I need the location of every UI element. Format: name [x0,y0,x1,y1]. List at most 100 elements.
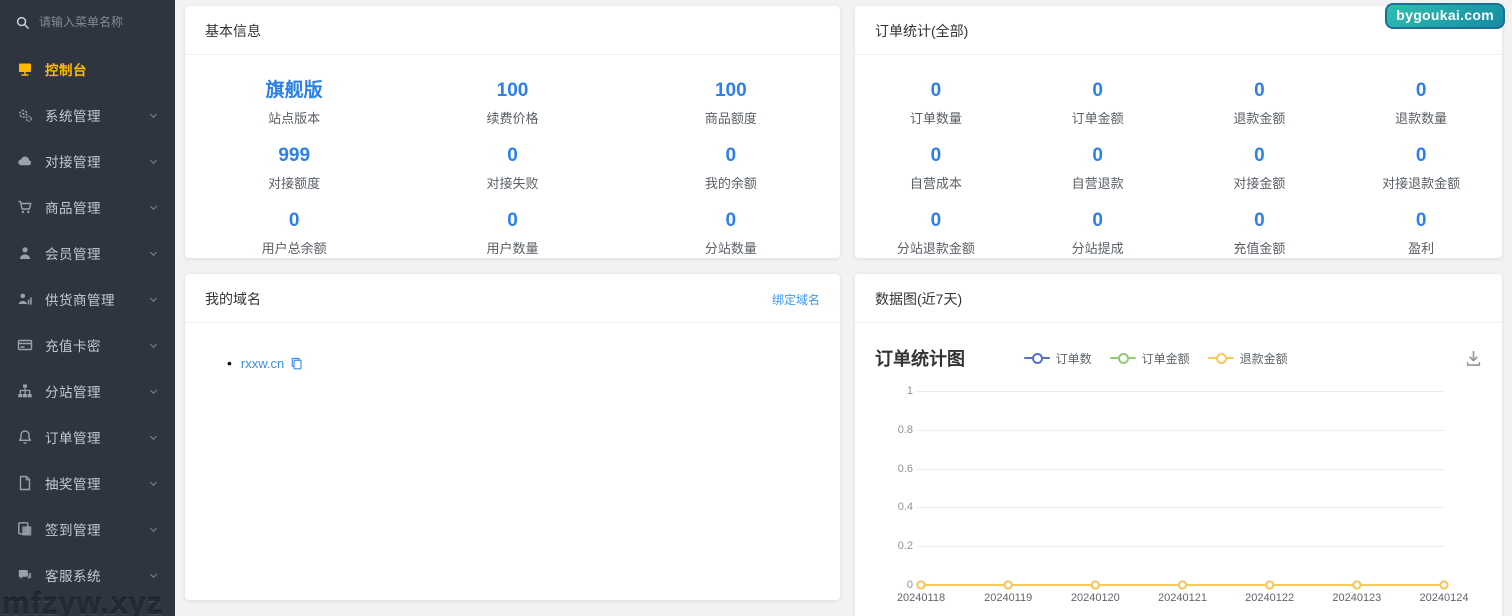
stat-value: 0 [1092,145,1103,166]
chart-legend: 订单数 订单金额 退款金额 [1023,350,1288,367]
stat-cell: 0 订单数量 [855,71,1017,136]
order-stats-grid: 0 订单数量 0 订单金额 0 退款金额 0 退款数量 0 自营成本 0 自营退款 0 对接金… [855,55,1502,266]
sidebar-item-console[interactable]: 控制台 [0,46,175,92]
download-icon[interactable] [1465,350,1482,367]
stat-value: 0 [930,145,942,166]
card-title: 订单统计(全部) [875,23,969,39]
stat-label: 自营退款 [1071,176,1124,191]
sitemap-icon [17,383,33,399]
order-stats-card: 订单统计(全部) 0 订单数量 0 订单金额 0 退款金额 0 退款数量 0 自营成本 0… [855,6,1502,258]
sidebar-item-orders[interactable]: 订单管理 [0,414,175,460]
supplier-icon [17,291,33,307]
sidebar-item-suppliers[interactable]: 供货商管理 [0,276,175,322]
card-header: 数据图(近7天) [855,274,1502,323]
chevron-down-icon [148,156,159,167]
stat-value: 0 [1254,210,1265,231]
domain-link[interactable]: rxxw.cn [241,356,284,371]
copy-pages-icon [17,521,33,537]
stat-value: 旗舰版 [265,80,323,101]
legend-item-refund-amount[interactable]: 退款金额 [1207,350,1288,367]
chevron-down-icon [148,432,159,443]
menu-search[interactable] [0,0,175,44]
stat-value: 0 [930,210,942,231]
stat-cell: 0 自营成本 [855,136,1017,201]
domains-card: 我的域名 绑定域名 • rxxw.cn [185,274,840,600]
sidebar-item-label: 供货商管理 [45,293,115,308]
sidebar-item-label: 控制台 [45,63,87,78]
sidebar-item-substations[interactable]: 分站管理 [0,368,175,414]
stat-label: 我的余额 [704,176,757,191]
stat-label: 续费价格 [486,111,539,126]
chevron-down-icon [148,248,159,259]
stat-label: 对接额度 [268,176,321,191]
stat-cell: 0 分站数量 [622,201,840,266]
stat-label: 对接失败 [486,176,539,191]
stat-cell: 100 商品额度 [622,71,840,136]
stat-cell: 0 用户数量 [403,201,621,266]
stat-value: 100 [496,80,529,101]
line-chart-plot: 0 0.2 0.4 0.6 0.8 1 20240118 20240119 20240120 20… [896,385,1469,604]
stat-value: 0 [1254,80,1265,101]
cart-icon [17,199,33,215]
stat-value: 999 [278,145,311,166]
sidebar-item-cards[interactable]: 充值卡密 [0,322,175,368]
copy-icon[interactable] [290,357,303,370]
sidebar-item-label: 签到管理 [45,523,101,538]
stat-cell: 0 退款金额 [1179,71,1341,136]
legend-label: 订单金额 [1141,351,1190,366]
file-icon [17,475,33,491]
domain-item: • rxxw.cn [227,355,840,371]
stat-cell: 0 用户总余额 [185,201,403,266]
stat-cell: 0 充值金额 [1179,201,1341,266]
stat-label: 退款金额 [1233,111,1286,126]
stat-cell: 100 续费价格 [403,71,621,136]
sidebar-item-system[interactable]: 系统管理 [0,92,175,138]
chart-title: 订单统计图 [875,349,965,369]
stat-label: 用户数量 [486,241,539,256]
chart-header: 订单统计图 订单数 订单金额 退款金额 [855,323,1502,377]
stat-value: 0 [1092,210,1103,231]
stat-label: 用户总余额 [261,241,327,256]
stat-cell: 0 对接退款金额 [1340,136,1502,201]
chart-card: 数据图(近7天) 订单统计图 订单数 订单金额 退款金额 0 0.2 0.4 0.6 0… [855,274,1502,616]
chevron-down-icon [148,386,159,397]
legend-item-orders-count[interactable]: 订单数 [1023,350,1092,367]
stat-value: 0 [1415,145,1427,166]
stat-cell: 999 对接额度 [185,136,403,201]
legend-item-order-amount[interactable]: 订单金额 [1109,350,1190,367]
sidebar-item-label: 客服系统 [45,569,101,584]
bullet-dot: • [227,355,232,371]
stat-value: 0 [1092,80,1103,101]
user-icon [17,245,33,261]
sidebar-item-label: 充值卡密 [45,339,101,354]
stat-value: 0 [725,210,737,231]
chevron-down-icon [148,478,159,489]
search-input[interactable] [39,15,149,29]
card-title: 基本信息 [205,23,261,39]
sidebar-item-docking[interactable]: 对接管理 [0,138,175,184]
stat-label: 充值金额 [1233,241,1286,256]
stat-label: 分站退款金额 [896,241,975,256]
line-marker-icon [1023,353,1050,364]
stat-value: 0 [1254,145,1265,166]
stat-label: 商品额度 [704,111,757,126]
comments-icon [17,567,33,583]
stat-value: 100 [714,80,747,101]
stat-cell: 0 我的余额 [622,136,840,201]
stat-value: 0 [1415,80,1427,101]
bind-domain-link[interactable]: 绑定域名 [772,291,820,308]
stat-value: 0 [725,145,737,166]
sidebar-item-label: 分站管理 [45,385,101,400]
line-marker-icon [1207,353,1234,364]
stat-label: 订单金额 [1071,111,1124,126]
sidebar-item-products[interactable]: 商品管理 [0,184,175,230]
stat-label: 对接退款金额 [1382,176,1461,191]
sidebar-item-members[interactable]: 会员管理 [0,230,175,276]
sidebar-item-lottery[interactable]: 抽奖管理 [0,460,175,506]
cloud-icon [17,153,33,169]
stat-label: 退款数量 [1395,111,1448,126]
bell-icon [17,429,33,445]
card-header: 基本信息 [185,6,840,55]
stat-value: 0 [1415,210,1427,231]
sidebar-item-checkin[interactable]: 签到管理 [0,506,175,552]
